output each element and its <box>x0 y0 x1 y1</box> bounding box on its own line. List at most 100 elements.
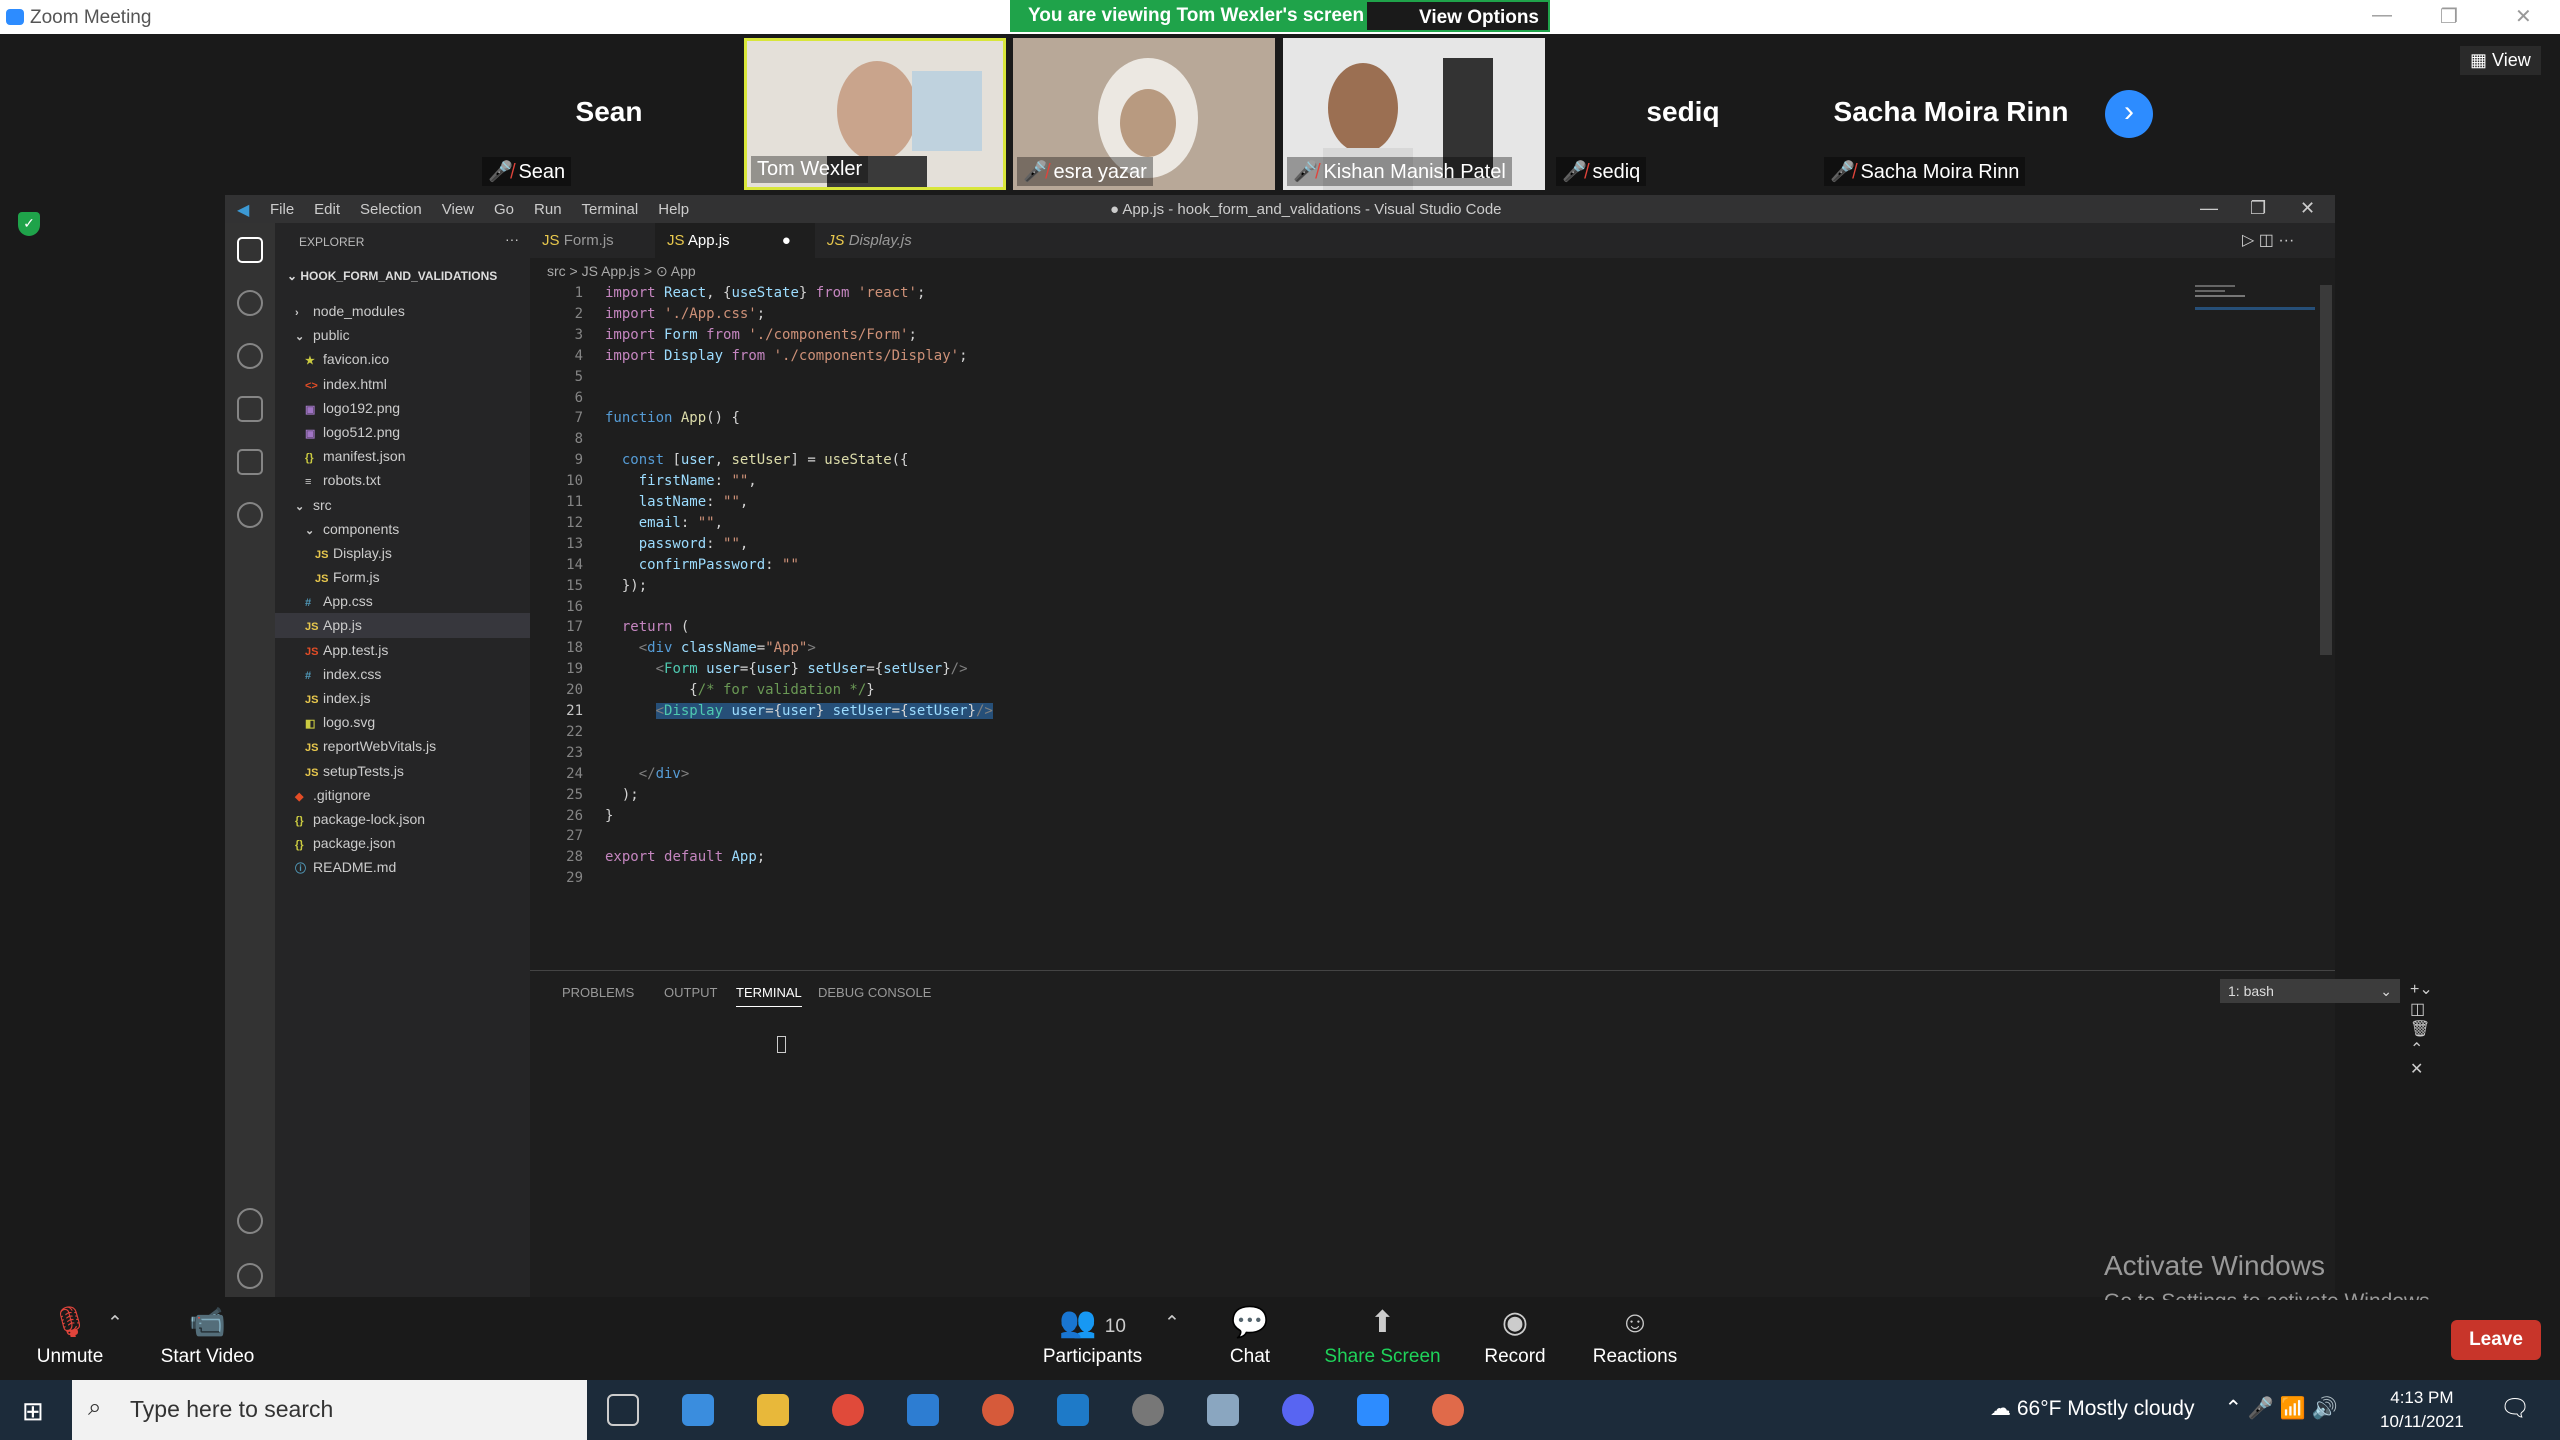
participants-button[interactable]: 👥 10 Participants <box>1040 1300 1145 1368</box>
file-tree-item[interactable]: ★ favicon.ico <box>275 347 530 371</box>
mail-icon[interactable] <box>907 1394 939 1426</box>
menu-item-run[interactable]: Run <box>534 201 562 218</box>
code-line[interactable]: {/* for validation */} <box>605 682 874 698</box>
code-line[interactable]: ); <box>605 787 639 803</box>
reactions-button[interactable]: ☺ Reactions <box>1585 1300 1685 1368</box>
panel-actions[interactable]: +⌄ ◫ 🗑 ⌃ ✕ <box>2410 979 2433 1079</box>
menu-item-selection[interactable]: Selection <box>360 201 422 218</box>
participant-tile[interactable]: 🎤̸ Kishan Manish Patel <box>1283 38 1545 190</box>
file-tree-item[interactable]: ⓘ README.md <box>275 855 530 879</box>
tab-form-js[interactable]: JS Form.js <box>530 223 655 258</box>
file-tree-item[interactable]: ⌄ src <box>275 493 530 517</box>
code-line[interactable]: import React, {useState} from 'react'; <box>605 285 925 301</box>
vscode-taskbar-icon[interactable] <box>1057 1394 1089 1426</box>
editor-scrollbar[interactable] <box>2320 285 2332 655</box>
record-button[interactable]: ◉ Record <box>1475 1300 1555 1368</box>
settings-gear-icon[interactable] <box>237 1263 263 1289</box>
file-tree-item[interactable]: › node_modules <box>275 299 530 323</box>
file-tree-item[interactable]: ◧ logo.svg <box>275 710 530 734</box>
breadcrumb[interactable]: src > JS App.js > ⊙ App <box>547 263 696 280</box>
tab-problems[interactable]: PROBLEMS <box>562 985 634 1000</box>
code-line[interactable]: lastName: "", <box>605 494 749 510</box>
paint-app-icon[interactable] <box>1432 1394 1464 1426</box>
weather-text[interactable]: 66°F Mostly cloudy <box>2017 1397 2195 1420</box>
explorer-icon[interactable] <box>237 237 263 263</box>
menu-item-help[interactable]: Help <box>658 201 689 218</box>
source-control-icon[interactable] <box>237 343 263 369</box>
menu-item-go[interactable]: Go <box>494 201 514 218</box>
more-actions-icon[interactable]: ··· <box>505 231 519 247</box>
file-tree-item[interactable]: JS App.test.js <box>275 638 530 662</box>
chrome-icon[interactable] <box>832 1394 864 1426</box>
file-tree-item[interactable]: JS reportWebVitals.js <box>275 734 530 758</box>
code-line[interactable]: }); <box>605 578 647 594</box>
whiteboard-app-icon[interactable] <box>682 1394 714 1426</box>
unmute-button[interactable]: 🎙 Unmute <box>30 1300 110 1368</box>
code-line[interactable]: <Form user={user} setUser={setUser}/> <box>605 661 968 677</box>
tab-display-js[interactable]: JS Display.js <box>815 223 945 258</box>
clock[interactable]: 4:13 PM 10/11/2021 <box>2380 1386 2464 1434</box>
code-line[interactable]: } <box>605 808 613 824</box>
file-tree-item[interactable]: ≡ robots.txt <box>275 468 530 492</box>
app-window-icon[interactable] <box>1207 1394 1239 1426</box>
file-tree-item[interactable]: ⌄ public <box>275 323 530 347</box>
close-icon[interactable]: ✕ <box>2300 198 2315 219</box>
menu-item-edit[interactable]: Edit <box>314 201 340 218</box>
code-line[interactable]: firstName: "", <box>605 473 757 489</box>
file-tree-item[interactable]: JS Form.js <box>275 565 530 589</box>
code-line[interactable]: email: "", <box>605 515 723 531</box>
view-button[interactable]: ▦ View <box>2460 46 2541 75</box>
participant-tile[interactable]: Sean 🎤̸ Sean <box>478 38 740 190</box>
restore-icon[interactable]: ❐ <box>2440 4 2458 29</box>
tab-output[interactable]: OUTPUT <box>664 985 717 1000</box>
code-line[interactable]: import Display from './components/Displa… <box>605 348 968 364</box>
file-tree-item[interactable]: ▣ logo192.png <box>275 396 530 420</box>
account-icon[interactable] <box>237 1208 263 1234</box>
extensions-icon[interactable] <box>237 449 263 475</box>
code-line[interactable]: export default App; <box>605 849 765 865</box>
participant-tile[interactable]: Sacha Moira Rinn 🎤̸ Sacha Moira Rinn <box>1820 38 2082 190</box>
tab-debug-console[interactable]: DEBUG CONSOLE <box>818 985 931 1000</box>
terminal-select[interactable]: 1: bash ⌄ <box>2220 979 2400 1003</box>
project-folder[interactable]: ⌄ HOOK_FORM_AND_VALIDATIONS <box>287 269 497 283</box>
close-icon[interactable]: ✕ <box>2515 4 2532 29</box>
menu-item-view[interactable]: View <box>442 201 474 218</box>
restore-icon[interactable]: ❐ <box>2250 198 2266 219</box>
windows-start-icon[interactable]: ⊞ <box>22 1396 44 1427</box>
notifications-icon[interactable]: 🗨 <box>2500 1394 2530 1423</box>
file-tree-item[interactable]: {} package-lock.json <box>275 807 530 831</box>
security-shield-icon[interactable]: ✓ <box>18 212 40 236</box>
share-screen-button[interactable]: ⬆ Share Screen <box>1320 1300 1445 1368</box>
participant-tile[interactable]: sediq 🎤̸ sediq <box>1552 38 1814 190</box>
code-line[interactable]: confirmPassword: "" <box>605 557 799 573</box>
search-icon[interactable] <box>237 290 263 316</box>
code-line[interactable]: import Form from './components/Form'; <box>605 327 917 343</box>
editor-actions[interactable]: ▷ ◫ ··· <box>2242 230 2294 250</box>
leave-button[interactable]: Leave <box>2451 1320 2541 1360</box>
zoom-taskbar-icon[interactable] <box>1357 1394 1389 1426</box>
code-line[interactable]: import './App.css'; <box>605 306 765 322</box>
file-tree-item[interactable]: ◆ .gitignore <box>275 783 530 807</box>
file-tree-item[interactable]: # App.css <box>275 589 530 613</box>
chat-button[interactable]: 💬 Chat <box>1210 1300 1290 1368</box>
tray-icons[interactable]: ⌃ 🎤 📶 🔊 <box>2224 1397 2338 1420</box>
participant-tile-active[interactable]: Tom Wexler <box>744 38 1006 190</box>
code-line[interactable]: </div> <box>605 766 690 782</box>
audio-options-chevron-icon[interactable]: ⌃ <box>105 1312 125 1335</box>
taskbar-search-box[interactable]: ⌕ Type here to search <box>72 1380 587 1440</box>
discord-icon[interactable] <box>1282 1394 1314 1426</box>
tab-app-js[interactable]: JS App.js ● <box>655 223 815 258</box>
menu-item-terminal[interactable]: Terminal <box>582 201 639 218</box>
browser-icon[interactable] <box>982 1394 1014 1426</box>
file-tree-item[interactable]: JS index.js <box>275 686 530 710</box>
file-tree-item[interactable]: {} manifest.json <box>275 444 530 468</box>
menu-item-file[interactable]: File <box>270 201 294 218</box>
participant-tile[interactable]: 🎤̸ esra yazar <box>1013 38 1275 190</box>
file-tree-item[interactable]: {} package.json <box>275 831 530 855</box>
settings-gear-icon[interactable] <box>1132 1394 1164 1426</box>
run-debug-icon[interactable] <box>237 396 263 422</box>
file-tree-item[interactable]: JS App.js <box>275 613 530 638</box>
file-tree-item[interactable]: # index.css <box>275 662 530 686</box>
next-page-button[interactable]: › <box>2105 90 2153 138</box>
file-explorer-icon[interactable] <box>757 1394 789 1426</box>
